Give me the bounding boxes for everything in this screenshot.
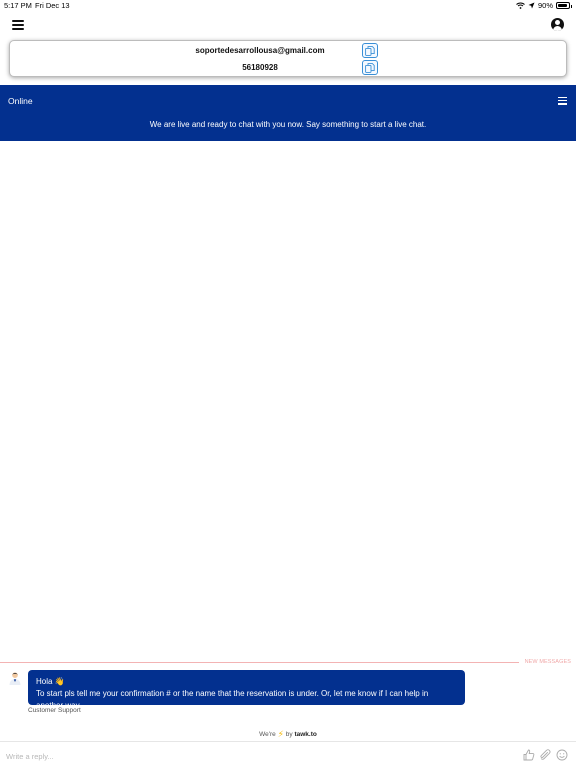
contact-email-row: soportedesarrollousa@gmail.com: [10, 43, 566, 59]
status-date: Fri Dec 13: [35, 1, 70, 10]
battery-percent: 90%: [537, 1, 553, 10]
chat-messages-area[interactable]: [0, 141, 576, 658]
app-header: [0, 14, 576, 38]
powered-by-brand[interactable]: tawk.to: [294, 731, 316, 738]
powered-by-middle: by: [285, 731, 293, 738]
contact-email: soportedesarrollousa@gmail.com: [195, 46, 325, 55]
menu-icon[interactable]: [12, 20, 24, 30]
wifi-icon: [516, 2, 525, 9]
powered-by-prefix: We're: [259, 731, 276, 738]
contact-card: soportedesarrollousa@gmail.com 56180928: [9, 40, 567, 77]
message-greeting: Hola 👋: [36, 677, 65, 686]
copy-phone-button[interactable]: [362, 60, 378, 75]
location-arrow-icon: [528, 2, 535, 9]
reply-input[interactable]: [6, 749, 486, 763]
chat-header: Online We are live and ready to chat wit…: [0, 85, 576, 141]
copy-email-button[interactable]: [362, 43, 378, 58]
agent-message-bubble: Hola 👋 To start pls tell me your confirm…: [28, 670, 465, 710]
new-messages-label: NEW MESSAGES: [524, 659, 571, 665]
battery-fill: [558, 4, 567, 7]
new-messages-divider: NEW MESSAGES: [0, 659, 576, 665]
account-icon[interactable]: [551, 18, 564, 31]
message-sender: Customer Support: [28, 707, 81, 714]
contact-phone: 56180928: [242, 63, 278, 72]
divider-line: [0, 661, 519, 663]
copy-icon: [365, 62, 375, 73]
thumbs-up-icon[interactable]: [523, 749, 535, 761]
bolt-icon: ⚡: [277, 729, 284, 739]
paperclip-icon[interactable]: [539, 749, 551, 761]
chat-status: Online: [8, 96, 33, 106]
contact-phone-row: 56180928: [10, 60, 566, 76]
battery-icon: [556, 2, 572, 9]
chat-menu-icon[interactable]: [558, 97, 567, 105]
copy-icon: [365, 45, 375, 56]
status-bar: 5:17 PM Fri Dec 13 90%: [0, 0, 576, 12]
reply-composer: [0, 741, 576, 768]
status-time: 5:17 PM: [4, 1, 32, 10]
status-right: 90%: [516, 1, 572, 10]
message-text: To start pls tell me your confirmation #…: [36, 689, 429, 710]
chat-intro-text: We are live and ready to chat with you n…: [149, 120, 427, 129]
emoji-icon[interactable]: [556, 749, 568, 761]
agent-avatar-icon: [9, 672, 21, 685]
powered-by: We're ⚡ by tawk.to: [0, 728, 576, 739]
